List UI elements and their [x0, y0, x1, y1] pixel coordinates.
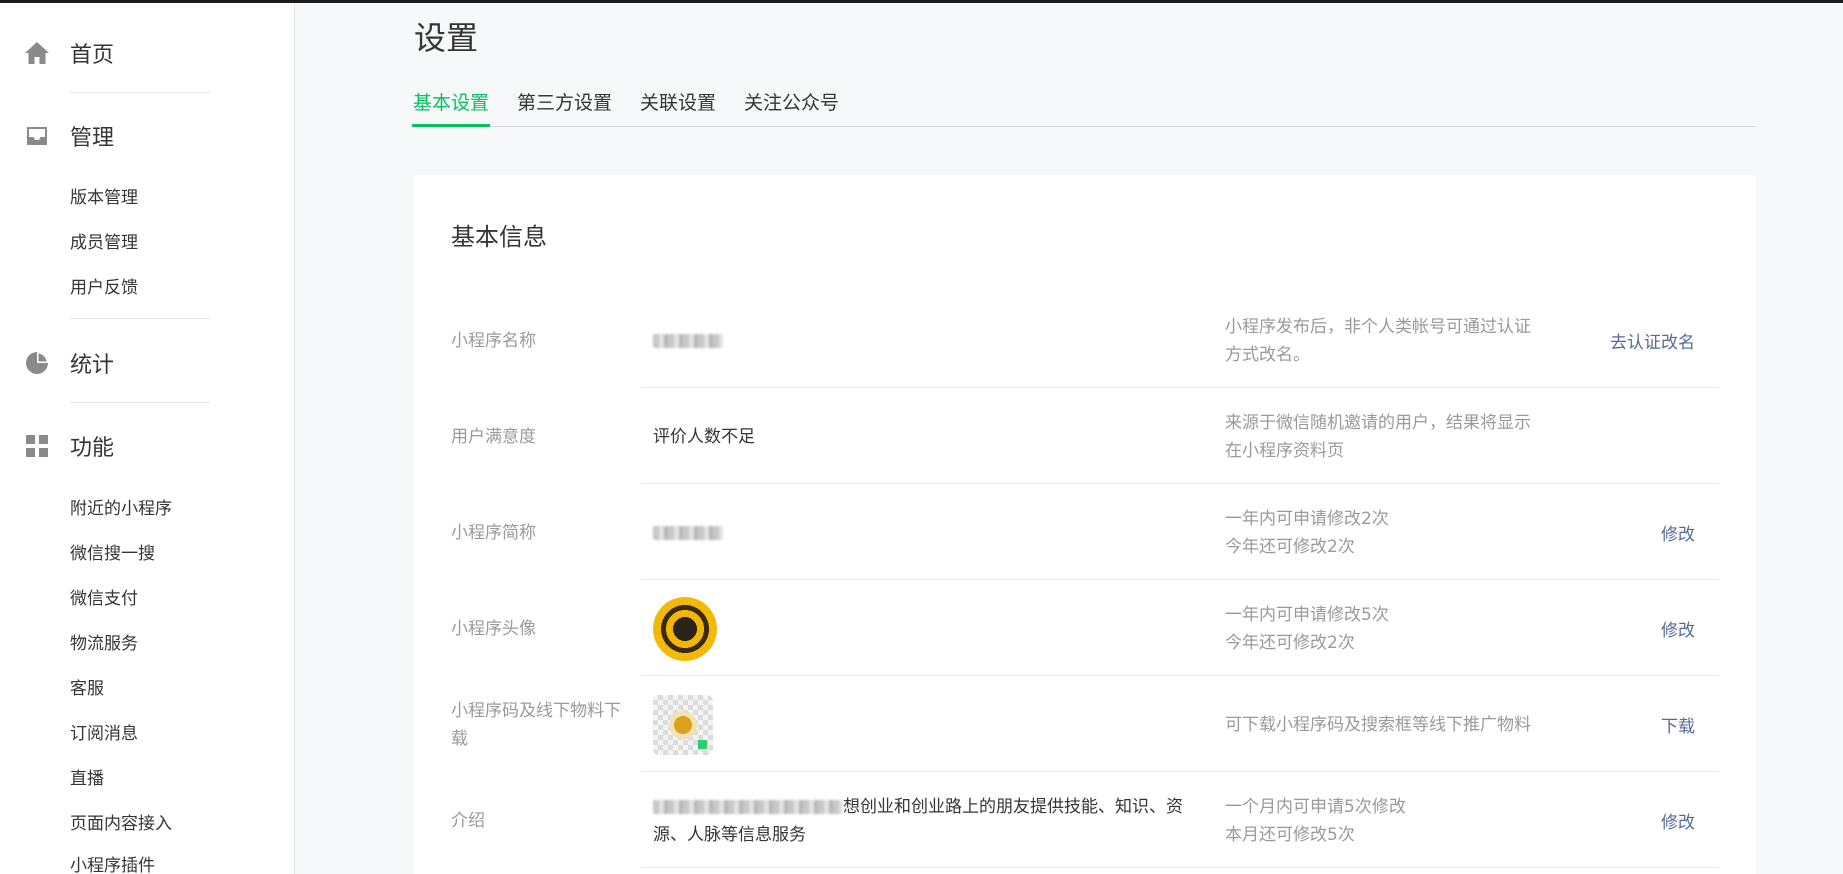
- redacted-name: [653, 333, 723, 348]
- row-description: 一个月内可申请5次修改 本月还可修改5次: [1225, 796, 1406, 845]
- satisfaction-value: 评价人数不足: [653, 426, 755, 447]
- verify-rename-link[interactable]: 去认证改名: [1610, 293, 1695, 388]
- row-description: 一年内可申请修改2次 今年还可修改2次: [1225, 508, 1389, 557]
- sidebar-item-logistics[interactable]: 物流服务: [70, 631, 138, 657]
- edit-intro-link[interactable]: 修改: [1661, 773, 1695, 868]
- settings-tabs: 基本设置 第三方设置 关联设置 关注公众号: [412, 82, 1756, 127]
- basic-info-card: 基本信息 小程序名称 小程序发布后，非个人类帐号可通过认证方式改名。 去认证改名…: [413, 175, 1756, 874]
- sidebar-group-label: 管理: [70, 126, 115, 151]
- sidebar-item-member-manage[interactable]: 成员管理: [70, 230, 138, 256]
- short-name-value: [653, 485, 1213, 580]
- sidebar-item-plugins[interactable]: 小程序插件: [70, 853, 155, 874]
- sidebar-item-version-manage[interactable]: 版本管理: [70, 185, 138, 211]
- sidebar-divider: [70, 92, 210, 93]
- sidebar-divider: [70, 402, 210, 403]
- card-title: 基本信息: [451, 223, 547, 251]
- row-content: 评价人数不足 来源于微信随机邀请的用户，结果将显示在小程序资料页: [641, 389, 1719, 484]
- row-label: 介绍: [451, 810, 485, 831]
- info-row-name: 小程序名称 小程序发布后，非个人类帐号可通过认证方式改名。 去认证改名: [451, 293, 1719, 389]
- sidebar-item-label: 统计: [70, 353, 115, 378]
- main-content: 设置 基本设置 第三方设置 关联设置 关注公众号 基本信息 小程序名称 小程序发…: [296, 3, 1843, 874]
- sidebar-item-wechat-pay[interactable]: 微信支付: [70, 586, 138, 612]
- sidebar-item-stats[interactable]: 统计: [24, 343, 114, 383]
- row-description: 小程序发布后，非个人类帐号可通过认证方式改名。: [1225, 316, 1531, 365]
- sidebar-item-label: 首页: [70, 43, 115, 68]
- sidebar-item-live[interactable]: 直播: [70, 766, 104, 792]
- info-row-satisfaction: 用户满意度 评价人数不足 来源于微信随机邀请的用户，结果将显示在小程序资料页: [451, 389, 1719, 485]
- avatar-value: [653, 581, 1213, 676]
- sidebar-item-user-feedback[interactable]: 用户反馈: [70, 275, 138, 301]
- page-title: 设置: [414, 19, 479, 57]
- sidebar: 首页 管理 版本管理 成员管理 用户反馈 统计 功能 附近的小程序 微信搜一搜 …: [0, 3, 295, 874]
- row-label: 用户满意度: [451, 426, 536, 447]
- download-link[interactable]: 下载: [1661, 677, 1695, 772]
- row-label: 小程序码及线下物料下载: [451, 700, 621, 749]
- redacted-short-name: [653, 525, 723, 540]
- tab-follow-official-account[interactable]: 关注公众号: [743, 82, 840, 127]
- sidebar-divider: [70, 318, 210, 319]
- sidebar-item-wechat-search[interactable]: 微信搜一搜: [70, 541, 155, 567]
- row-label: 小程序名称: [451, 330, 536, 351]
- inbox-icon: [24, 123, 50, 149]
- sidebar-group-manage[interactable]: 管理: [24, 116, 114, 156]
- pie-chart-icon: [24, 350, 50, 376]
- info-row-avatar: 小程序头像 一年内可申请修改5次 今年还可修改2次 修改: [451, 581, 1719, 677]
- row-label: 小程序头像: [451, 618, 536, 639]
- row-content: 想创业和创业路上的朋友提供技能、知识、资源、人脉等信息服务 一个月内可申请5次修…: [641, 773, 1719, 868]
- row-content: 一年内可申请修改2次 今年还可修改2次 修改: [641, 485, 1719, 580]
- miniprogram-code-image: [653, 694, 713, 755]
- qrcode-value: [653, 677, 1213, 772]
- row-description: 一年内可申请修改5次 今年还可修改2次: [1225, 604, 1389, 653]
- sidebar-item-page-content[interactable]: 页面内容接入: [70, 811, 172, 837]
- home-icon: [24, 40, 50, 66]
- edit-short-name-link[interactable]: 修改: [1661, 485, 1695, 580]
- sidebar-item-customer-service[interactable]: 客服: [70, 676, 104, 702]
- row-label: 小程序简称: [451, 522, 536, 543]
- sidebar-item-nearby-miniprogram[interactable]: 附近的小程序: [70, 496, 172, 522]
- intro-value: 想创业和创业路上的朋友提供技能、知识、资源、人脉等信息服务: [653, 773, 1213, 868]
- info-row-short-name: 小程序简称 一年内可申请修改2次 今年还可修改2次 修改: [451, 485, 1719, 581]
- info-row-qrcode: 小程序码及线下物料下载 可下载小程序码及搜索框等线下推广物料 下载: [451, 677, 1719, 773]
- sidebar-item-subscribe-message[interactable]: 订阅消息: [70, 721, 138, 747]
- row-content: 一年内可申请修改5次 今年还可修改2次 修改: [641, 581, 1719, 676]
- tab-association-settings[interactable]: 关联设置: [639, 82, 717, 127]
- sidebar-item-home[interactable]: 首页: [24, 33, 114, 73]
- avatar: [653, 596, 717, 661]
- row-description: 来源于微信随机邀请的用户，结果将显示在小程序资料页: [1225, 412, 1531, 461]
- miniprogram-name-value: [653, 293, 1213, 388]
- row-content: 可下载小程序码及搜索框等线下推广物料 下载: [641, 677, 1719, 772]
- grid-icon: [24, 433, 50, 459]
- tab-basic-settings[interactable]: 基本设置: [412, 82, 491, 127]
- sidebar-group-label: 功能: [70, 436, 115, 461]
- row-content: 小程序发布后，非个人类帐号可通过认证方式改名。 去认证改名: [641, 293, 1719, 388]
- edit-avatar-link[interactable]: 修改: [1661, 581, 1695, 676]
- sidebar-group-features[interactable]: 功能: [24, 426, 114, 466]
- row-description: 可下载小程序码及搜索框等线下推广物料: [1225, 714, 1531, 735]
- info-row-intro: 介绍 想创业和创业路上的朋友提供技能、知识、资源、人脉等信息服务 一个月内可申请…: [451, 773, 1719, 869]
- redacted-intro-text: [653, 799, 843, 814]
- tab-third-party-settings[interactable]: 第三方设置: [516, 82, 613, 127]
